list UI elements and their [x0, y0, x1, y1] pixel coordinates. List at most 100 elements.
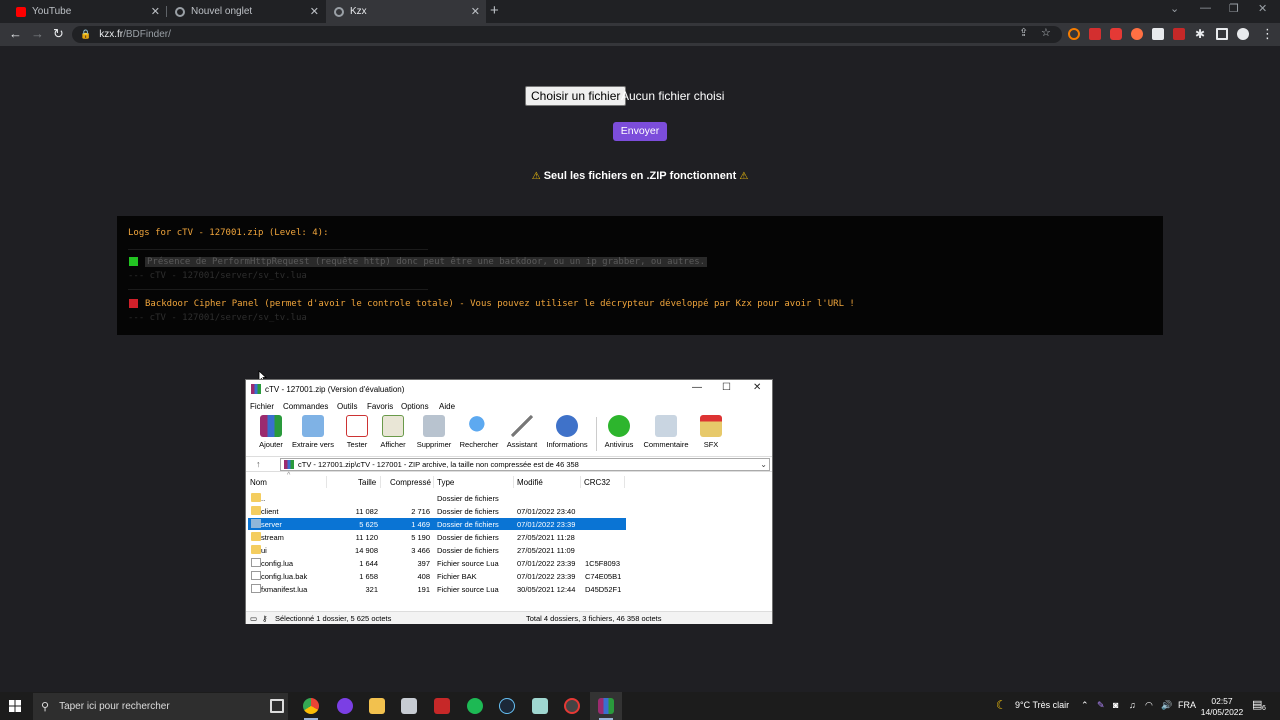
path-text: cTV - 127001.zip\cTV - 127001 - ZIP arch… [298, 460, 579, 469]
profile-avatar[interactable] [1237, 28, 1249, 40]
side-panel-icon[interactable] [1216, 28, 1228, 40]
bookmark-star-icon[interactable]: ☆ [1041, 26, 1051, 39]
tool-comment[interactable]: Commentaire [641, 415, 691, 449]
taskbar-search[interactable]: ⚲ Taper ici pour rechercher [33, 693, 288, 720]
windows-start-icon[interactable] [9, 700, 21, 712]
filezilla-icon[interactable] [434, 698, 450, 714]
close-tab-icon[interactable]: ✕ [310, 5, 319, 18]
app-icon[interactable] [532, 698, 548, 714]
chevron-up-icon[interactable]: ⌃ [1081, 700, 1089, 711]
logs-title: Logs for cTV - 127001.zip (Level: 4): [128, 228, 329, 238]
chrome-icon[interactable] [303, 698, 319, 714]
tool-delete[interactable]: Supprimer [409, 415, 459, 449]
tab-youtube[interactable]: YouTube ✕ [8, 0, 166, 23]
file-type: Fichier BAK [437, 572, 477, 581]
menu-dots-icon[interactable]: ⋮ [1261, 26, 1274, 42]
tool-wizard[interactable]: Assistant [497, 415, 547, 449]
clock[interactable]: 02:57 14/05/2022 [1200, 696, 1244, 718]
share-icon[interactable]: ⇪ [1019, 26, 1028, 39]
tool-label: Extraire vers [291, 440, 335, 449]
chevron-down-icon[interactable]: ⌄ [1170, 2, 1179, 15]
path-combobox[interactable]: cTV - 127001.zip\cTV - 127001 - ZIP arch… [280, 458, 770, 471]
tool-antivirus[interactable]: Antivirus [594, 415, 644, 449]
list-item[interactable]: .. Dossier de fichiers [248, 492, 626, 504]
menu-fichier[interactable]: Fichier [250, 402, 274, 411]
menu-aide[interactable]: Aide [439, 402, 455, 411]
winrar-title-bar[interactable]: cTV - 127001.zip (Version d'évaluation) … [246, 380, 772, 399]
list-item[interactable]: config.lua.bak 1 658 408 Fichier BAK 07/… [248, 570, 626, 582]
weather-text[interactable]: 9°C Très clair [1015, 700, 1069, 710]
list-item[interactable]: ui 14 908 3 466 Dossier de fichiers 27/0… [248, 544, 626, 556]
log-entry-path: --- cTV - 127001/server/sv_tv.lua [128, 313, 307, 323]
app-icon[interactable] [337, 698, 353, 714]
volume-icon[interactable]: 🔊 [1161, 700, 1172, 711]
extension-icon[interactable] [1068, 28, 1080, 40]
chevron-down-icon[interactable]: ⌄ [760, 459, 767, 470]
language-indicator[interactable]: FRA [1178, 700, 1196, 710]
column-name[interactable]: Nom [250, 478, 267, 487]
column-packed[interactable]: Compressé [390, 478, 431, 487]
list-item[interactable]: client 11 082 2 716 Dossier de fichiers … [248, 505, 626, 517]
address-bar[interactable]: 🔒 kzx.fr/BDFinder/ ⇪ ☆ [72, 26, 1062, 43]
logs-panel: Logs for cTV - 127001.zip (Level: 4): Pr… [117, 216, 1163, 335]
menu-favoris[interactable]: Favoris [367, 402, 393, 411]
tool-label: Antivirus [604, 440, 634, 449]
menu-commandes[interactable]: Commandes [283, 402, 328, 411]
restore-button[interactable]: ❐ [1229, 2, 1239, 15]
adblock-icon[interactable] [1089, 28, 1101, 40]
headset-icon[interactable]: ♫ [1129, 700, 1136, 710]
spotify-icon[interactable] [467, 698, 483, 714]
column-size[interactable]: Taille [358, 478, 376, 487]
wifi-icon[interactable]: ◠ [1145, 700, 1153, 711]
list-item[interactable]: config.lua 1 644 397 Fichier source Lua … [248, 557, 626, 569]
tool-sfx[interactable]: SFX [686, 415, 736, 449]
list-item-selected[interactable]: server 5 625 1 469 Dossier de fichiers 0… [248, 518, 626, 530]
close-tab-icon[interactable]: ✕ [151, 5, 160, 18]
notifications-icon[interactable]: ▤ [1252, 698, 1262, 711]
maximize-button[interactable]: ☐ [722, 382, 731, 393]
file-size: 11 120 [355, 533, 378, 542]
up-arrow-icon[interactable]: ↑ [256, 459, 261, 469]
close-tab-icon[interactable]: ✕ [471, 5, 480, 18]
mic-icon[interactable]: ◙ [1113, 700, 1118, 710]
file-explorer-icon[interactable] [369, 698, 385, 714]
extension-icon[interactable] [1152, 28, 1164, 40]
menu-outils[interactable]: Outils [337, 402, 357, 411]
extension-icon[interactable] [1131, 28, 1143, 40]
notice-extension: .ZIP [646, 170, 667, 182]
tab-kzx[interactable]: Kzx ✕ [326, 0, 486, 23]
list-item[interactable]: fxmanifest.lua 321 191 Fichier source Lu… [248, 583, 626, 595]
minimize-button[interactable]: — [1200, 2, 1211, 14]
list-item[interactable]: stream 11 120 5 190 Dossier de fichiers … [248, 531, 626, 543]
close-window-button[interactable]: ✕ [1258, 2, 1267, 15]
choose-file-button[interactable]: Choisir un fichier [525, 86, 627, 106]
menu-options[interactable]: Options [401, 402, 429, 411]
back-button[interactable]: ← [9, 26, 22, 41]
new-tab-button[interactable]: + [490, 2, 499, 19]
winrar-icon[interactable] [598, 698, 614, 714]
column-modified[interactable]: Modifié [517, 478, 543, 487]
column-crc[interactable]: CRC32 [584, 478, 610, 487]
forward-button[interactable]: → [31, 26, 44, 41]
tool-info[interactable]: Informations [542, 415, 592, 449]
tray-app-icon[interactable]: ✎ [1097, 700, 1105, 711]
column-type[interactable]: Type [437, 478, 454, 487]
tool-extract[interactable]: Extraire vers [288, 415, 338, 449]
submit-button[interactable]: Envoyer [613, 122, 667, 141]
steam-icon[interactable] [499, 698, 515, 714]
tab-new-tab[interactable]: Nouvel onglet ✕ [167, 0, 325, 23]
puzzle-icon[interactable]: ✱ [1195, 27, 1205, 41]
task-view-icon[interactable] [270, 699, 284, 713]
file-modified: 07/01/2022 23:39 [517, 520, 576, 529]
no-file-label: Aucun fichier choisi [621, 89, 725, 103]
extension-icon[interactable] [1110, 28, 1122, 40]
close-button[interactable]: ✕ [753, 382, 761, 393]
reload-button[interactable]: ↻ [53, 26, 64, 42]
extension-icon[interactable] [1173, 28, 1185, 40]
minimize-button[interactable]: — [692, 382, 702, 393]
comment-icon [655, 415, 677, 437]
app-icon[interactable] [401, 698, 417, 714]
log-entry-path: --- cTV - 127001/server/sv_tv.lua [128, 271, 307, 281]
app-icon[interactable] [564, 698, 580, 714]
weather-moon-icon[interactable]: ☾ [996, 698, 1007, 712]
